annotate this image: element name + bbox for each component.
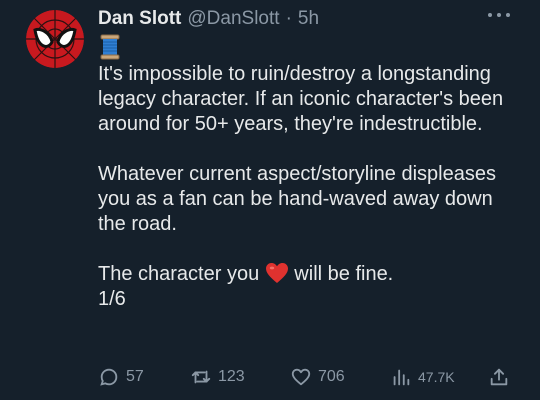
tweet-header: Dan Slott @DanSlott · 5h bbox=[98, 6, 319, 32]
views-icon bbox=[393, 369, 410, 386]
separator-dot: · bbox=[285, 8, 292, 29]
more-options-icon[interactable] bbox=[488, 8, 510, 22]
author-handle[interactable]: @DanSlott bbox=[187, 6, 279, 32]
red-heart-emoji bbox=[265, 262, 289, 284]
tweet-last-line: The character you will be fine. 1/6 bbox=[98, 262, 518, 312]
retweet-button[interactable]: 123 bbox=[190, 362, 245, 392]
tweet-actions: 57 123 706 47.7K bbox=[98, 362, 514, 392]
reply-count: 57 bbox=[126, 368, 144, 385]
tweet-paragraph: Whatever current aspect/storyline disple… bbox=[98, 163, 496, 235]
share-icon bbox=[490, 368, 508, 386]
like-count: 706 bbox=[318, 368, 345, 385]
retweet-icon bbox=[191, 370, 211, 384]
thread-count: 1/6 bbox=[98, 288, 126, 310]
reply-icon bbox=[100, 368, 118, 386]
tweet-paragraph: It's impossible to ruin/destroy a longst… bbox=[98, 63, 504, 135]
reply-button[interactable]: 57 bbox=[98, 362, 144, 392]
last-line-after: will be fine. bbox=[288, 263, 394, 285]
views-count: 47.7K bbox=[418, 369, 455, 385]
retweet-count: 123 bbox=[218, 368, 245, 385]
views-button[interactable]: 47.7K bbox=[390, 362, 455, 392]
author-name[interactable]: Dan Slott bbox=[98, 6, 181, 32]
share-button[interactable] bbox=[488, 362, 510, 392]
last-line-before: The character you bbox=[98, 263, 265, 285]
like-button[interactable]: 706 bbox=[290, 362, 345, 392]
tweet-text: It's impossible to ruin/destroy a longst… bbox=[98, 62, 518, 312]
tweet: Dan Slott @DanSlott · 5h It's impossible… bbox=[0, 0, 540, 400]
spool-of-thread-emoji bbox=[98, 34, 122, 60]
spider-man-avatar[interactable] bbox=[26, 10, 84, 68]
like-icon bbox=[291, 368, 311, 386]
timestamp[interactable]: 5h bbox=[298, 6, 319, 32]
